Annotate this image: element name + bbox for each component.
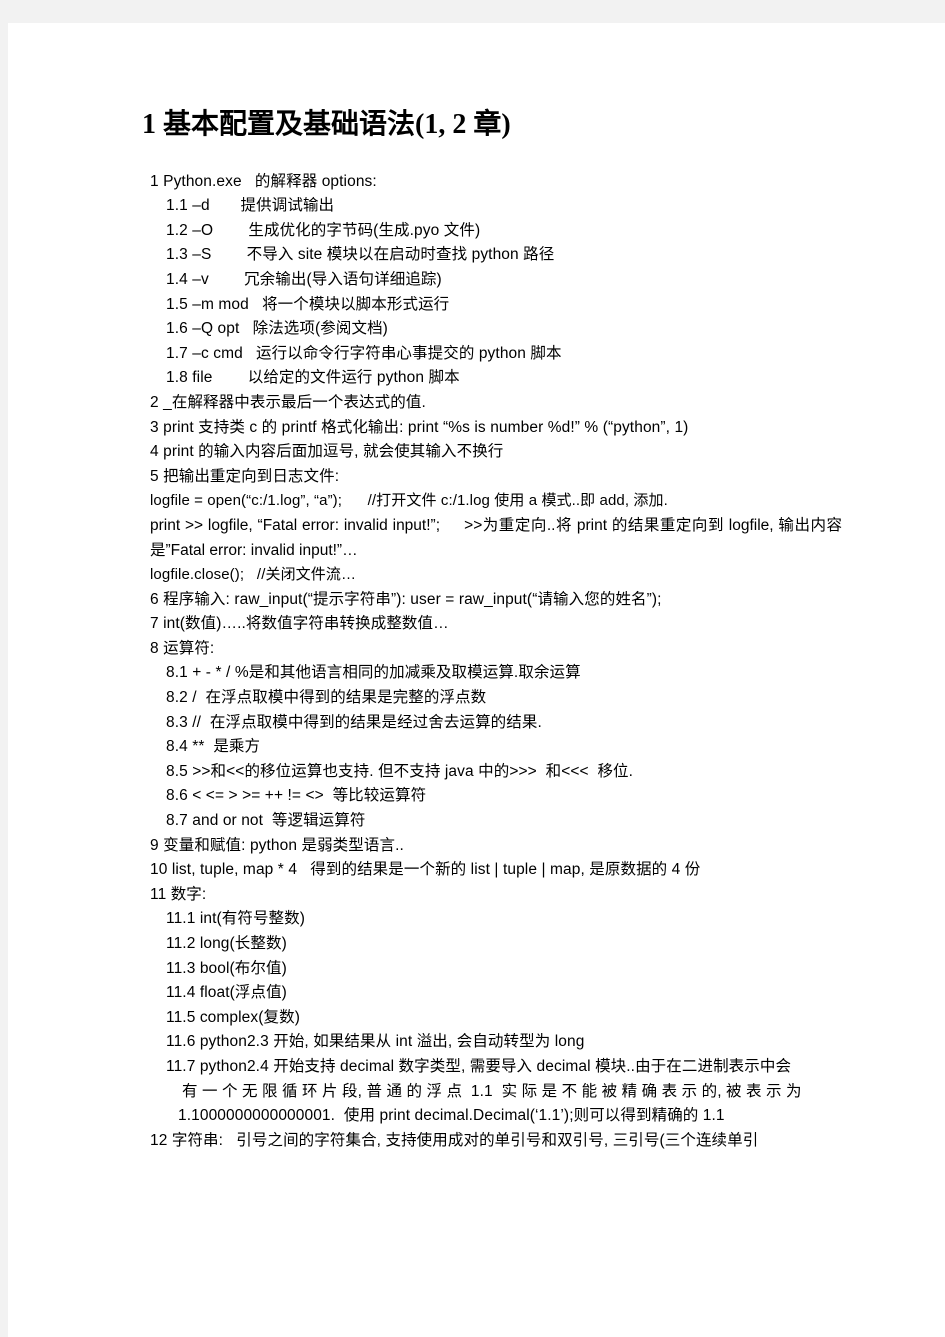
text-line: 1.8 file 以给定的文件运行 python 脚本 [166, 369, 460, 387]
text-line-continuation: 有 一 个 无 限 循 环 片 段, 普 通 的 浮 点 1.1 实 际 是 不… [182, 1082, 802, 1100]
text-line: 1.1 –d 提供调试输出 [166, 197, 335, 215]
text-line: 11.7 python2.4 开始支持 decimal 数字类型, 需要导入 d… [166, 1057, 792, 1075]
text-line: 8.3 // 在浮点取模中得到的结果是经过舍去运算的结果. [166, 713, 542, 731]
text-line: 8.5 >>和<<的移位运算也支持. 但不支持 java 中的>>> 和<<< … [166, 762, 634, 780]
text-line: 8.6 < <= > >= ++ != <> 等比较运算符 [166, 787, 427, 805]
text-line: 11.3 bool(布尔值) [166, 959, 287, 977]
text-line: 8.7 and or not 等逻辑运算符 [166, 812, 366, 830]
text-line: 3 print 支持类 c 的 printf 格式化输出: print “%s … [150, 418, 689, 436]
text-line: 1.4 –v 冗余输出(导入语句详细追踪) [166, 270, 442, 288]
text-line: 8 运算符: [150, 639, 215, 657]
code-line: logfile = open(“c:/1.log”, “a”); //打开文件 … [150, 492, 668, 510]
text-line: 11.2 long(长整数) [166, 935, 287, 952]
text-line: 6 程序输入: raw_input(“提示字符串”): user = raw_i… [150, 590, 662, 608]
code-line-wrapped: print >> logfile, “Fatal error: invalid … [150, 516, 842, 559]
text-line: 1 Python.exe 的解释器 options: [150, 172, 377, 190]
text-line: 5 把输出重定向到日志文件: [150, 467, 340, 485]
text-line: 11.1 int(有符号整数) [166, 910, 306, 928]
text-line: 11.6 python2.3 开始, 如果结果从 int 溢出, 会自动转型为 … [166, 1033, 585, 1051]
text-line: 8.2 / 在浮点取模中得到的结果是完整的浮点数 [166, 689, 487, 707]
text-line: 11.4 float(浮点值) [166, 984, 287, 1002]
text-line: 1.6 –Q opt 除法选项(参阅文档) [166, 320, 388, 338]
text-line: 10 list, tuple, map * 4 得到的结果是一个新的 list … [150, 861, 701, 879]
text-line: 7 int(数值)…..将数值字符串转换成整数值… [150, 615, 449, 633]
text-line: 2 _在解释器中表示最后一个表达式的值. [150, 393, 426, 411]
text-line-continuation: 1.1000000000000001. 使用 print decimal.Dec… [178, 1107, 725, 1125]
page-title: 1 基本配置及基础语法(1, 2 章) [142, 109, 511, 140]
code-line: logfile.close(); //关闭文件流… [150, 566, 357, 584]
text-line: 1.5 –m mod 将一个模块以脚本形式运行 [166, 295, 450, 313]
text-line: 11 数字: [150, 885, 207, 903]
document-body: 1 基本配置及基础语法(1, 2 章) 1 Python.exe 的解释器 op… [142, 108, 842, 1153]
text-line: 8.4 ** 是乘方 [166, 738, 261, 756]
text-line: 8.1 + - * / %是和其他语言相同的加减乘及取模运算.取余运算 [166, 664, 581, 682]
text-line: 1.7 –c cmd 运行以命令行字符串心事提交的 python 脚本 [166, 344, 562, 362]
text-line: 4 print 的输入内容后面加逗号, 就会使其输入不换行 [150, 443, 504, 461]
text-line: 11.5 complex(复数) [166, 1008, 300, 1026]
text-line: 12 字符串: 引号之间的字符集合, 支持使用成对的单引号和双引号, 三引号(三… [150, 1131, 759, 1149]
text-line: 1.2 –O 生成优化的字节码(生成.pyo 文件) [166, 221, 481, 239]
text-line: 1.3 –S 不导入 site 模块以在启动时查找 python 路径 [166, 246, 555, 264]
text-line: 9 变量和赋值: python 是弱类型语言.. [150, 836, 404, 854]
document-page: 1 基本配置及基础语法(1, 2 章) 1 Python.exe 的解释器 op… [8, 23, 945, 1337]
